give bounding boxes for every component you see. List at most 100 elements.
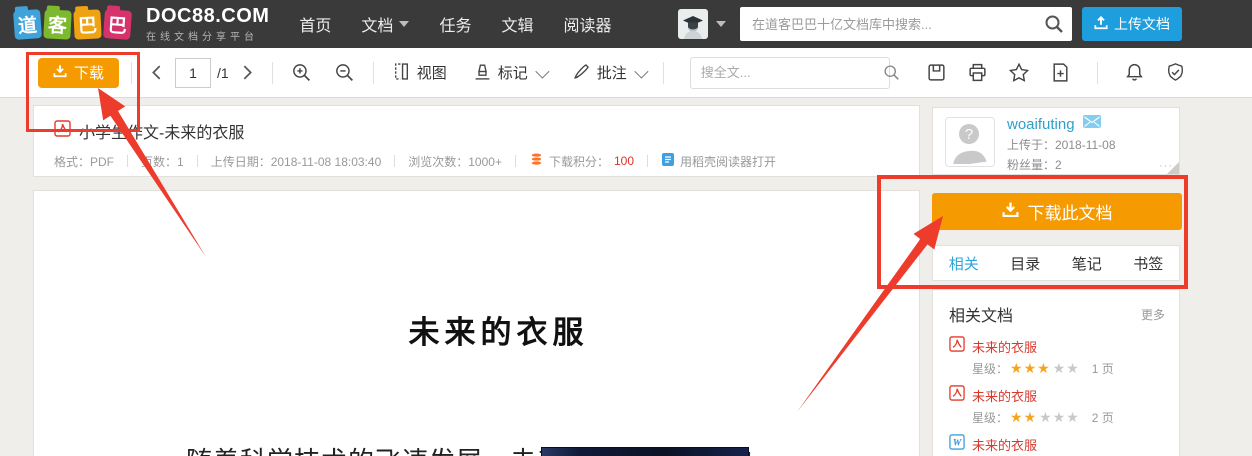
related-doc-item: 未来的衣服 星级： ★★★ ★★ 1 页 — [933, 332, 1179, 377]
pdf-icon — [949, 336, 965, 357]
nav-tasks[interactable]: 任务 — [439, 12, 471, 36]
marker-icon — [473, 62, 492, 84]
document-preview-page[interactable]: 未来的衣服 随着科学技术的飞速发展，未来就会越来越多的 — [33, 190, 920, 456]
view-mode-button[interactable]: 视图 — [386, 58, 453, 88]
view-icon — [392, 62, 411, 84]
next-page-button[interactable] — [235, 60, 260, 85]
meta-upload-date: 上传日期：2018-11-08 18:03:40 — [211, 153, 382, 170]
related-doc-pages: 2 页 — [1092, 409, 1114, 426]
nav-label: 任务 — [439, 12, 471, 36]
page-number-input[interactable] — [175, 58, 211, 88]
divider — [272, 62, 273, 84]
mark-button[interactable]: 标记 — [467, 58, 552, 88]
print-icon[interactable] — [961, 58, 994, 87]
tab-bookmarks[interactable]: 书签 — [1133, 253, 1163, 274]
prev-page-button[interactable] — [144, 60, 169, 85]
nav-collections[interactable]: 文辑 — [501, 12, 533, 36]
annotate-label: 批注 — [597, 62, 627, 83]
tab-notes[interactable]: 笔记 — [1072, 253, 1102, 274]
annotate-button[interactable]: 批注 — [566, 58, 651, 88]
download-icon — [1002, 201, 1019, 223]
svg-text:?: ? — [965, 126, 973, 143]
preview-embedded-image — [541, 447, 749, 456]
uploader-card: ? woaifuting 上传于：2018-11-08 粉丝量：2 ··· — [932, 107, 1180, 175]
divider — [131, 62, 132, 84]
chevron-down-icon — [716, 21, 726, 27]
doc88-page: 道 客 巴 巴 DOC88.COM 在线文档分享平台 首页 文档 任务 文辑 阅… — [0, 0, 1252, 456]
preview-doc-title: 未来的衣服 — [34, 307, 919, 352]
account-menu[interactable] — [678, 9, 726, 39]
meta-views: 浏览次数：1000+ — [408, 153, 502, 170]
bell-icon[interactable] — [1118, 58, 1151, 87]
download-this-doc-label: 下载此文档 — [1028, 199, 1113, 224]
site-search-input[interactable] — [740, 17, 1044, 32]
download-button[interactable]: 下载 — [38, 58, 119, 88]
sidebar-tabs: 相关 目录 笔记 书签 — [932, 245, 1180, 281]
search-icon[interactable] — [1044, 14, 1064, 34]
stars-empty: ★★★ — [1039, 409, 1080, 426]
save-icon[interactable] — [920, 58, 953, 87]
more-link[interactable]: 更多 — [1141, 306, 1165, 323]
download-label: 下载 — [74, 62, 104, 83]
divider — [515, 155, 516, 167]
fulltext-search-input[interactable] — [691, 65, 883, 80]
chevron-down-icon — [634, 64, 648, 78]
nav-label: 阅读器 — [563, 12, 611, 36]
related-docs-card: 相关文档 更多 未来的衣服 星级： ★★★ ★★ 1 页 未来 — [932, 289, 1180, 456]
upload-label: 上传文档 — [1114, 14, 1170, 34]
meta-format: 格式：PDF — [54, 153, 114, 170]
upload-doc-button[interactable]: 上传文档 — [1082, 7, 1182, 41]
logo-folder-icon: 巴 — [73, 9, 101, 39]
doc88-logo[interactable]: 道 客 巴 巴 — [14, 10, 134, 39]
logo-folder-icon: 客 — [43, 9, 71, 39]
mark-label: 标记 — [498, 62, 528, 83]
divider — [647, 155, 648, 167]
nav-home[interactable]: 首页 — [299, 12, 331, 36]
related-doc-item: 未来的衣服 星级： ★★ ★★★ 2 页 — [933, 381, 1179, 426]
fulltext-search — [690, 57, 890, 89]
chevron-down-icon — [535, 64, 549, 78]
nav-reader[interactable]: 阅读器 — [563, 12, 611, 36]
divider — [1097, 62, 1098, 84]
doc-add-icon[interactable] — [1044, 58, 1077, 87]
top-navbar: 道 客 巴 巴 DOC88.COM 在线文档分享平台 首页 文档 任务 文辑 阅… — [0, 0, 1252, 48]
favorite-icon[interactable] — [1002, 58, 1036, 88]
search-icon[interactable] — [883, 64, 900, 81]
download-icon — [53, 64, 67, 82]
page-total-label: /1 — [217, 65, 229, 81]
coins-icon — [529, 152, 544, 170]
brand-block[interactable]: DOC88.COM 在线文档分享平台 — [146, 6, 269, 43]
related-doc-link[interactable]: 未来的衣服 — [972, 337, 1037, 356]
avatar[interactable]: ? — [945, 117, 995, 167]
divider — [373, 62, 374, 84]
corner-fold — [1167, 162, 1179, 174]
related-doc-link[interactable]: 未来的衣服 — [972, 435, 1037, 454]
mail-icon[interactable] — [1083, 115, 1101, 133]
stars-filled: ★★ — [1010, 409, 1037, 426]
download-this-doc-button[interactable]: 下载此文档 — [932, 193, 1182, 230]
shield-check-icon[interactable] — [1159, 58, 1192, 87]
chevron-down-icon — [399, 21, 409, 27]
tab-toc[interactable]: 目录 — [1010, 253, 1040, 274]
divider — [394, 155, 395, 167]
logo-folder-icon: 道 — [13, 9, 42, 40]
nav-docs[interactable]: 文档 — [361, 12, 409, 36]
pdf-icon — [949, 385, 965, 406]
divider — [127, 155, 128, 167]
zoom-out-icon[interactable] — [328, 58, 361, 87]
open-with-reader-link[interactable]: 用稻壳阅读器打开 — [661, 152, 776, 170]
related-doc-item: W 未来的衣服 星级： ★★ ★★★ 2 页 — [933, 430, 1179, 456]
document-title: 小学生作文-未来的衣服 — [79, 119, 244, 143]
upload-icon — [1094, 16, 1108, 33]
brand-tagline: 在线文档分享平台 — [146, 28, 269, 43]
meta-credit: 下载积分：100 — [529, 152, 634, 170]
divider — [663, 62, 664, 84]
pen-icon — [572, 62, 591, 84]
zoom-in-icon[interactable] — [285, 58, 318, 87]
nav-label: 文档 — [361, 12, 393, 36]
tab-related[interactable]: 相关 — [949, 253, 979, 274]
related-doc-pages: 1 页 — [1092, 360, 1114, 377]
uploader-name[interactable]: woaifuting — [1007, 116, 1075, 133]
related-doc-link[interactable]: 未来的衣服 — [972, 386, 1037, 405]
divider — [197, 155, 198, 167]
